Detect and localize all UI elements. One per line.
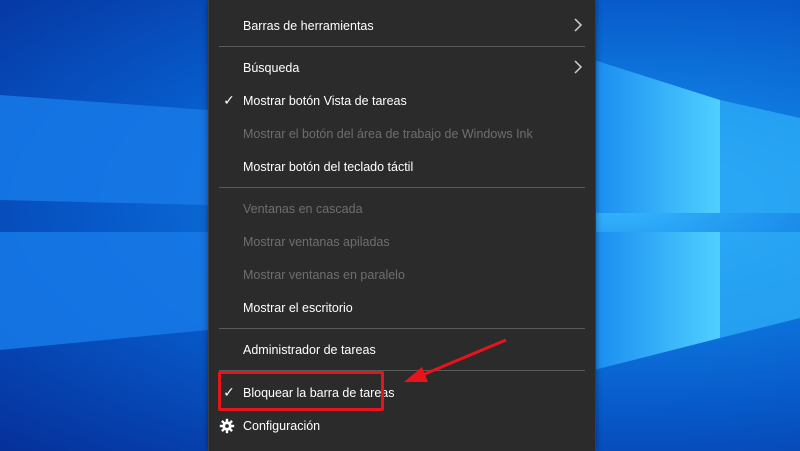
annotation-arrow <box>404 338 507 382</box>
